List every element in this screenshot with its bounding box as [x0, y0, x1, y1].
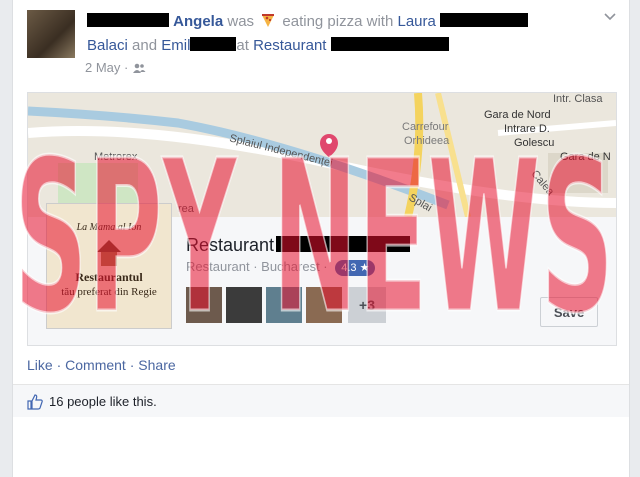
map-label: Golescu	[514, 137, 555, 149]
place-subtitle: Restaurant · Bucharest · 4.3 ★	[186, 259, 376, 276]
tagged-friend-1[interactable]: Laura	[397, 13, 435, 30]
redacted-block	[87, 13, 169, 27]
post-date[interactable]: 2 May	[85, 60, 120, 75]
tagged-friend-3[interactable]: Emil	[161, 37, 190, 54]
restaurant-thumbnail[interactable]: La Mama al Ion Restaurantul tău preferat…	[46, 203, 172, 329]
post-header: Angela was eating pizza with Laura Balac…	[87, 10, 587, 58]
place-attachment[interactable]: Intr. Clasa Gara de Nord Intrare D. Gole…	[27, 92, 617, 346]
map-label: Gara de Nord	[484, 109, 551, 121]
friend-avatar[interactable]	[306, 287, 342, 323]
place-link[interactable]: Restaurant	[253, 37, 326, 54]
map-preview[interactable]: Intr. Clasa Gara de Nord Intrare D. Gole…	[28, 93, 616, 218]
author-name-link[interactable]: Angela	[173, 13, 223, 30]
tagged-friend-2[interactable]: Balaci	[87, 37, 128, 54]
friend-avatar[interactable]	[186, 287, 222, 323]
map-label: Carrefour	[402, 121, 449, 133]
redacted-block	[276, 236, 411, 252]
place-name[interactable]: Restaurant	[186, 235, 411, 256]
friends-icon[interactable]	[132, 63, 146, 73]
redacted-block	[190, 37, 237, 51]
chevron-down-icon[interactable]	[603, 12, 617, 22]
activity-text: eating pizza	[282, 13, 363, 30]
thumb-text: La Mama al Ion	[76, 222, 142, 233]
map-label: Metrorex	[94, 151, 138, 163]
redacted-block	[330, 37, 449, 51]
thumbs-up-icon	[27, 394, 43, 410]
news-feed-post: Angela was eating pizza with Laura Balac…	[12, 0, 630, 477]
separator-dot: ·	[52, 357, 66, 373]
map-label: rea	[178, 203, 194, 215]
place-category: Restaurant · Bucharest ·	[186, 259, 328, 274]
rating-badge: 4.3 ★	[335, 260, 376, 276]
friend-avatar[interactable]	[266, 287, 302, 323]
like-link[interactable]: Like	[27, 357, 53, 373]
lantern-icon	[97, 240, 121, 266]
likes-bar: 16 people like this.	[13, 385, 629, 417]
likes-count[interactable]: 16 people like this.	[49, 394, 157, 409]
author-avatar[interactable]	[27, 10, 75, 58]
comment-link[interactable]: Comment	[65, 357, 126, 373]
map-label: Intrare D.	[504, 123, 550, 135]
thumb-text: tău preferat din Regie	[61, 286, 157, 298]
map-label: Intr. Clasa	[553, 93, 603, 105]
map-label: Orhideea	[404, 135, 450, 147]
separator-dot: ·	[125, 357, 139, 373]
redacted-block	[440, 13, 529, 27]
was-text: was	[227, 13, 255, 30]
place-name-text: Restaurant	[186, 235, 275, 255]
post-meta: 2 May ·	[85, 60, 146, 75]
save-button[interactable]: Save	[540, 297, 598, 327]
friend-avatar[interactable]	[226, 287, 262, 323]
more-friends-count[interactable]: +3	[348, 287, 386, 323]
and-text: and	[132, 37, 158, 54]
map-label: Gara de N	[560, 151, 611, 163]
share-link[interactable]: Share	[138, 357, 175, 373]
at-text: at	[236, 37, 249, 54]
pizza-icon	[262, 14, 275, 27]
post-actions: Like · Comment · Share	[27, 357, 176, 373]
likes-text: 16 people like this.	[49, 394, 157, 409]
thumb-text: Restaurantul	[75, 270, 143, 284]
with-text: with	[366, 13, 394, 30]
